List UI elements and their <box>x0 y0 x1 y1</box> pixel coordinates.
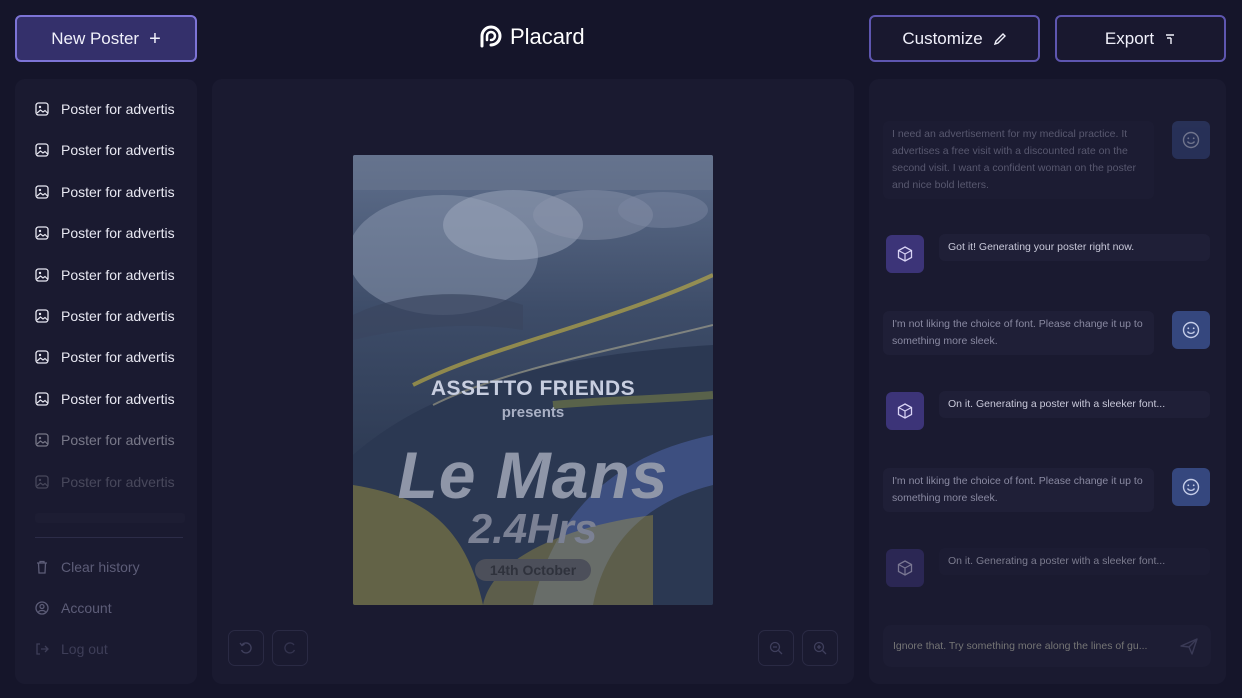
top-bar: New Poster + Placard Customize Export <box>0 0 1242 78</box>
redo-icon <box>284 642 296 654</box>
zoom-in-button[interactable] <box>802 630 838 666</box>
placard-logo-icon <box>480 25 502 48</box>
brand-name: Placard <box>510 24 585 49</box>
cube-icon <box>897 403 913 419</box>
chat-panel: I need an advertisement for my medical p… <box>869 79 1226 684</box>
history-item[interactable]: Poster for advertis <box>35 345 195 369</box>
undo-button[interactable] <box>228 630 264 666</box>
history-sidebar: Poster for advertis Poster for advertis Po… <box>15 79 197 684</box>
pencil-icon <box>993 32 1006 45</box>
history-item[interactable]: Poster for advertis <box>35 304 195 328</box>
assistant-message: On it. Generating a poster with a sleeke… <box>939 548 1210 575</box>
customize-button[interactable]: Customize <box>869 15 1040 62</box>
undo-icon <box>239 642 252 654</box>
assistant-message: On it. Generating a poster with a sleeke… <box>939 391 1210 418</box>
customize-label: Customize <box>902 28 983 48</box>
image-icon <box>35 185 49 199</box>
image-icon <box>35 309 49 323</box>
history-item-label: Poster for advertis <box>61 349 175 366</box>
smiley-icon <box>1182 321 1200 339</box>
logout-button[interactable]: Log out <box>35 641 108 657</box>
user-message: I'm not liking the choice of font. Pleas… <box>883 468 1154 512</box>
zoom-in-icon <box>813 641 827 655</box>
user-circle-icon <box>35 601 49 615</box>
logout-icon <box>36 643 49 655</box>
account-button[interactable]: Account <box>35 600 112 616</box>
account-label: Account <box>61 600 112 616</box>
export-label: Export <box>1104 28 1155 48</box>
clear-history-label: Clear history <box>61 559 140 575</box>
history-item-label: Poster for advertis <box>61 308 175 324</box>
image-icon <box>35 226 49 240</box>
user-avatar <box>1172 468 1210 506</box>
poster-subheadline: 2.4Hrs <box>468 505 598 552</box>
user-avatar <box>1172 311 1210 349</box>
poster-date-badge: 14th October <box>475 559 591 581</box>
image-icon <box>35 392 49 406</box>
user-avatar <box>1172 121 1210 159</box>
trash-icon <box>37 560 47 574</box>
assistant-avatar <box>886 235 924 273</box>
poster-canvas: ASSETTO FRIENDS presents Le Mans 2.4Hrs … <box>212 79 854 684</box>
chat-input-box[interactable] <box>883 625 1211 667</box>
export-button[interactable]: Export <box>1055 15 1226 62</box>
logout-label: Log out <box>61 641 108 657</box>
history-item[interactable]: Poster for advertis <box>35 470 195 494</box>
cube-icon <box>897 560 913 576</box>
zoom-out-button[interactable] <box>758 630 794 666</box>
history-item[interactable]: Poster for advertis <box>35 428 195 452</box>
user-message: I need an advertisement for my medical p… <box>883 121 1154 199</box>
chat-input[interactable] <box>893 640 1173 652</box>
history-item[interactable]: Poster for advertis <box>35 263 195 287</box>
history-item-label: Poster for advertis <box>61 390 175 407</box>
assistant-avatar <box>886 392 924 430</box>
history-item[interactable]: Poster for advertis <box>35 387 195 411</box>
history-item-label: Poster for advertis <box>61 432 175 449</box>
plus-icon: + <box>149 27 161 50</box>
history-item-label: Poster for advertis <box>61 266 175 283</box>
image-icon <box>35 350 49 365</box>
new-poster-label: New Poster <box>51 28 140 48</box>
cube-icon <box>897 246 913 262</box>
image-icon <box>35 267 49 282</box>
sidebar-divider <box>35 537 183 538</box>
history-fade-item <box>35 513 185 523</box>
history-item-label: Poster for advertis <box>61 142 175 159</box>
assistant-message: Got it! Generating your poster right now… <box>939 234 1210 261</box>
image-icon <box>35 102 49 116</box>
poster-line-2: presents <box>501 404 565 421</box>
new-poster-button[interactable]: New Poster + <box>15 15 197 62</box>
clear-history-button[interactable]: Clear history <box>35 559 140 575</box>
smiley-icon <box>1182 131 1200 149</box>
history-item[interactable]: Poster for advertis <box>35 138 195 162</box>
poster-headline: Le Mans <box>397 438 669 512</box>
image-icon <box>35 433 49 447</box>
poster-preview: ASSETTO FRIENDS presents Le Mans 2.4Hrs … <box>353 155 713 605</box>
image-icon <box>35 474 49 489</box>
poster-line-1: ASSETTO FRIENDS <box>430 377 636 400</box>
history-item[interactable]: Poster for advertis <box>35 221 195 245</box>
user-message: I'm not liking the choice of font. Pleas… <box>883 311 1154 355</box>
image-icon <box>35 143 49 158</box>
history-item-label: Poster for advertis <box>61 183 175 200</box>
history-item[interactable]: Poster for advertis <box>35 180 195 204</box>
redo-button[interactable] <box>272 630 308 666</box>
history-item-label: Poster for advertis <box>61 473 175 490</box>
zoom-out-icon <box>769 641 783 655</box>
brand-logo: Placard <box>478 24 585 50</box>
history-item-label: Poster for advertis <box>61 101 175 117</box>
history-item-label: Poster for advertis <box>61 225 175 242</box>
assistant-avatar <box>886 549 924 587</box>
smiley-icon <box>1182 478 1200 496</box>
history-item[interactable]: Poster for advertis <box>35 97 195 121</box>
send-icon[interactable] <box>1179 636 1199 656</box>
export-arrow-icon <box>1166 33 1175 44</box>
